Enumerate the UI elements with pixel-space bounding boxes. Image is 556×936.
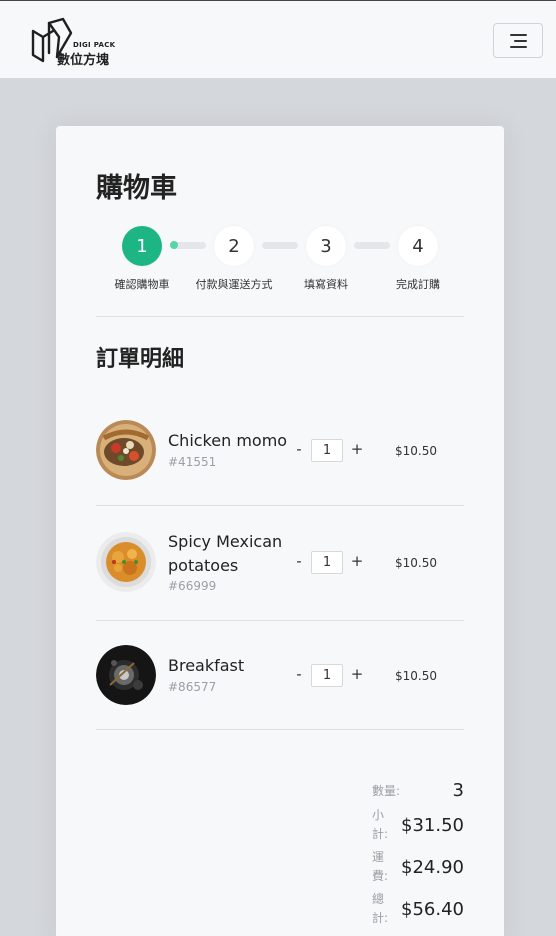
- shipping-value: $24.90: [401, 857, 464, 878]
- item-id: #41551: [168, 455, 217, 469]
- increase-quantity-button[interactable]: +: [350, 440, 364, 458]
- navbar: DIGI PACK 數位方塊: [0, 1, 556, 78]
- step-1-circle[interactable]: 1: [122, 226, 162, 266]
- breakfast-image: [96, 645, 156, 705]
- brand-name-zh: 數位方塊: [57, 53, 110, 68]
- chicken-momo-image: [96, 420, 156, 480]
- increase-quantity-button[interactable]: +: [350, 552, 364, 570]
- item-price: $10.50: [395, 444, 437, 458]
- hamburger-menu-icon-bar: [510, 46, 527, 48]
- divider: [96, 620, 464, 621]
- cart-item: Chicken momo #41551 - 1 + $10.50: [96, 420, 464, 490]
- quantity-value: 3: [452, 780, 464, 801]
- item-price: $10.50: [395, 669, 437, 683]
- brand-name-en: DIGI PACK: [73, 41, 116, 49]
- brand-logo[interactable]: DIGI PACK 數位方塊: [31, 17, 121, 68]
- item-price: $10.50: [395, 556, 437, 570]
- total-value: $56.40: [401, 899, 464, 920]
- hamburger-menu-icon-bar: [514, 40, 527, 42]
- quantity-input[interactable]: 1: [311, 551, 343, 574]
- decrease-quantity-button[interactable]: -: [292, 665, 306, 683]
- divider: [96, 729, 464, 730]
- step-4-label: 完成訂購: [396, 278, 440, 291]
- step-connector: [354, 242, 390, 249]
- decrease-quantity-button[interactable]: -: [292, 440, 306, 458]
- item-name: Chicken momo: [168, 431, 288, 450]
- step-3-circle[interactable]: 3: [306, 226, 346, 266]
- decrease-quantity-button[interactable]: -: [292, 552, 306, 570]
- cart-item: Breakfast #86577 - 1 + $10.50: [96, 645, 464, 715]
- quantity-input[interactable]: 1: [311, 439, 343, 462]
- order-details-title: 訂單明細: [96, 347, 185, 372]
- item-name: Spicy Mexican potatoes: [168, 532, 283, 575]
- spicy-mexican-potatoes-image: [96, 532, 156, 592]
- cart-card: 購物車 1 2 3 4 確認購物車 付款與運送方式 填寫資料 完成訂購 訂單明細: [56, 126, 504, 936]
- step-4-circle[interactable]: 4: [398, 226, 438, 266]
- item-name: Breakfast: [168, 656, 245, 675]
- divider: [96, 316, 464, 317]
- cart-item: Spicy Mexican potatoes #66999 - 1 + $10.…: [96, 530, 464, 606]
- item-id: #66999: [168, 579, 217, 593]
- page-title: 購物車: [96, 173, 177, 204]
- progress-dot: [170, 241, 178, 249]
- divider: [96, 505, 464, 506]
- hamburger-menu-icon: [510, 34, 527, 36]
- subtotal-value: $31.50: [401, 815, 464, 836]
- item-id: #86577: [168, 680, 217, 694]
- step-2-circle[interactable]: 2: [214, 226, 254, 266]
- quantity-input[interactable]: 1: [311, 664, 343, 687]
- step-connector: [262, 242, 298, 249]
- increase-quantity-button[interactable]: +: [350, 665, 364, 683]
- menu-toggle-button[interactable]: [493, 23, 543, 58]
